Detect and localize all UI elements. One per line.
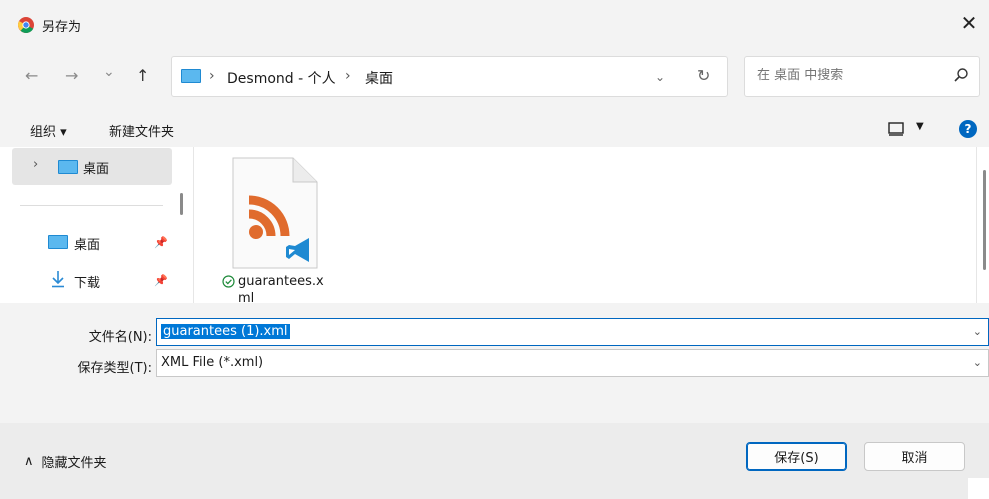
title-bar <box>0 0 989 44</box>
quick-access-downloads[interactable]: 下载 <box>74 272 100 291</box>
desktop-folder-icon <box>58 160 78 174</box>
breadcrumb-separator: › <box>209 68 215 84</box>
filename-value[interactable]: guarantees (1).xml <box>161 324 290 339</box>
filetype-label: 保存类型(T): <box>77 361 152 376</box>
view-layout-icon[interactable] <box>888 122 904 136</box>
scrollbar-thumb[interactable] <box>983 170 986 270</box>
pane-divider <box>20 205 163 206</box>
chrome-icon <box>18 17 34 33</box>
breadcrumb-desmond[interactable]: Desmond - 个人 <box>227 68 336 88</box>
nav-pane-scrollbar[interactable] <box>180 193 183 215</box>
view-dropdown-icon[interactable]: ▼ <box>916 121 924 132</box>
close-button[interactable]: ✕ <box>949 6 989 40</box>
sync-status-icon <box>222 275 235 288</box>
window-title: 另存为 <box>42 20 82 35</box>
filename-label: 文件名(N): <box>88 330 152 345</box>
breadcrumb-separator: › <box>345 68 351 84</box>
cancel-button[interactable]: 取消 <box>864 442 965 471</box>
new-folder-button[interactable]: 新建文件夹 <box>109 121 174 140</box>
chevron-up-icon: ∧ <box>24 454 34 469</box>
download-icon <box>52 271 64 288</box>
file-name-label[interactable]: guarantees.xml <box>238 273 333 307</box>
up-button[interactable]: ↑ <box>136 66 149 85</box>
recent-locations-button[interactable]: ⌄ <box>103 64 115 80</box>
desktop-folder-icon <box>181 69 201 83</box>
save-button[interactable]: 保存(S) <box>746 442 847 471</box>
window-corner <box>968 478 989 499</box>
filetype-value: XML File (*.xml) <box>161 355 264 370</box>
tree-expand-icon[interactable]: › <box>33 157 38 172</box>
nav-tree-label: 桌面 <box>83 162 110 177</box>
search-box[interactable] <box>744 56 980 97</box>
chevron-down-icon[interactable]: ⌄ <box>973 325 982 338</box>
quick-access-desktop[interactable]: 桌面 <box>74 234 100 253</box>
hide-folders-label: 隐藏文件夹 <box>41 456 107 471</box>
filetype-select[interactable]: XML File (*.xml) ⌄ <box>156 349 989 377</box>
organize-button[interactable]: 组织 ▾ <box>30 121 67 140</box>
search-icon[interactable] <box>953 67 969 83</box>
hide-folders-toggle[interactable]: ∧ 隐藏文件夹 <box>24 452 107 471</box>
filename-input[interactable]: guarantees (1).xml ⌄ <box>156 318 989 346</box>
pane-splitter[interactable] <box>193 147 194 303</box>
search-input[interactable] <box>757 68 937 83</box>
forward-button[interactable]: → <box>65 66 78 85</box>
back-button[interactable]: ← <box>25 66 38 85</box>
refresh-icon[interactable]: ↻ <box>697 66 710 85</box>
pin-icon: 📌 <box>154 236 168 249</box>
address-bar[interactable]: › Desmond - 个人 › 桌面 ⌄ ↻ <box>171 56 728 97</box>
chevron-down-icon[interactable]: ⌄ <box>973 356 982 369</box>
help-icon[interactable]: ? <box>959 120 977 138</box>
breadcrumb-desktop[interactable]: 桌面 <box>365 68 393 88</box>
address-dropdown-icon[interactable]: ⌄ <box>655 70 665 84</box>
desktop-folder-icon <box>48 235 68 249</box>
pin-icon: 📌 <box>154 274 168 287</box>
